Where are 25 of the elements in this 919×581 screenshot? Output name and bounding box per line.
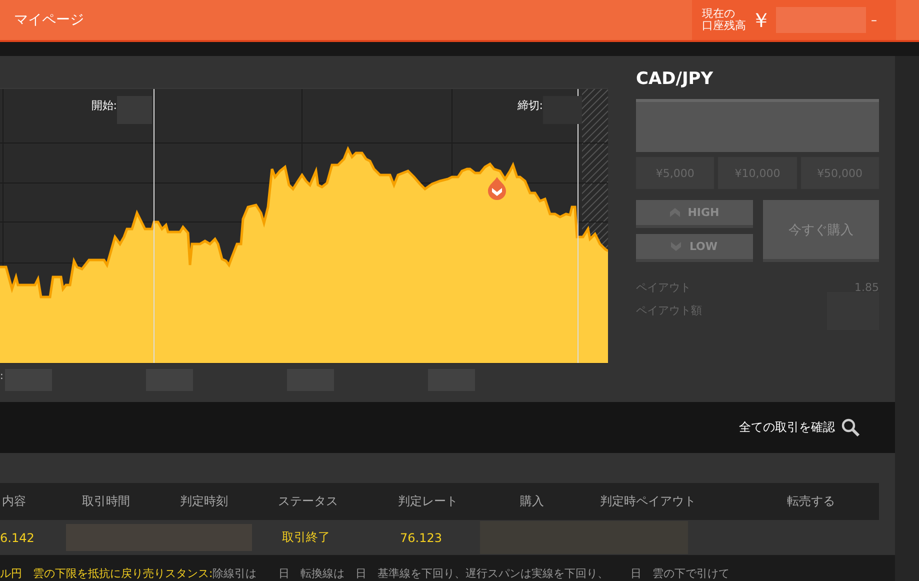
column-header: ステータス — [277, 493, 339, 510]
masked-value — [117, 96, 152, 124]
dash-text: – — [871, 13, 877, 27]
page-title: マイページ — [14, 11, 84, 29]
column-header: 転売する — [786, 493, 836, 510]
ticker-text: ル円 雲の下限を抵抗に戻り売りスタンス:除線引は 日 転換線は 日 基準線を下回り、遅行スパンは実線を下回り、 日 雲の下で引けて — [0, 566, 730, 581]
column-header: 判定時刻 — [179, 493, 229, 510]
status-cell-text: 取引終了 — [282, 529, 331, 546]
masked-value — [543, 96, 582, 124]
column-header: 購入 — [519, 493, 545, 510]
currency-sign: ￥ — [751, 6, 771, 34]
start-label: 開始: — [91, 98, 117, 113]
column-header: 判定時ペイアウト — [599, 493, 697, 510]
low-marker-icon — [488, 177, 506, 200]
search-icon[interactable] — [841, 418, 860, 437]
balance-label: 現在の 口座残高 — [702, 8, 746, 32]
currency-pair: CAD/JPY — [636, 69, 714, 91]
end-label: 締切: — [517, 98, 543, 113]
all-trades-link[interactable]: 全ての取引を確認 — [739, 419, 835, 436]
axis-label: : — [0, 371, 4, 382]
table-cell-text: 76.123 — [400, 530, 443, 544]
column-header: 判定レート — [397, 493, 459, 510]
table-cell-text: 6.142 — [0, 530, 36, 544]
column-header: 取引時間 — [81, 493, 131, 510]
column-header: 内容 — [1, 493, 27, 510]
